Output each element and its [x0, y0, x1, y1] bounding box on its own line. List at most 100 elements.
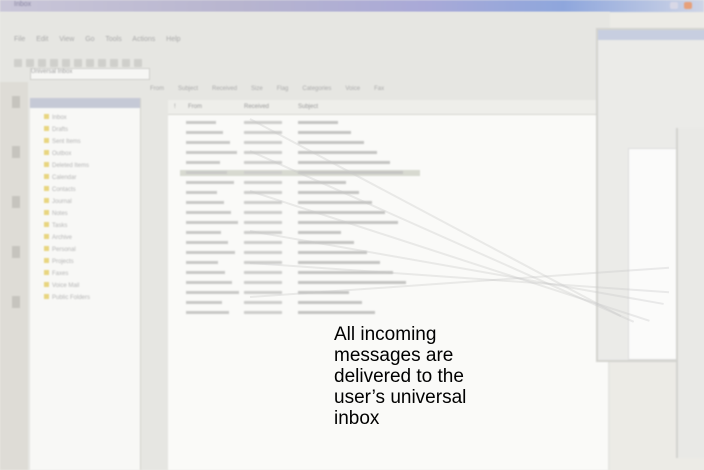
view-tab[interactable]: Flag — [277, 86, 289, 92]
blurred-text — [186, 301, 222, 304]
blurred-text — [244, 271, 282, 274]
folder-item[interactable]: Inbox — [44, 114, 67, 121]
message-row[interactable] — [180, 310, 420, 316]
folder-item[interactable]: Sent Items — [44, 138, 81, 145]
move-icon[interactable] — [38, 59, 46, 67]
message-row[interactable] — [180, 180, 420, 186]
shortcut-contacts-icon[interactable] — [12, 196, 20, 208]
folder-item[interactable]: Archive — [44, 234, 72, 241]
delete-icon[interactable] — [50, 59, 58, 67]
outlook-bar — [0, 82, 28, 470]
folder-item[interactable]: Public Folders — [44, 294, 90, 301]
blurred-text — [186, 231, 221, 234]
folder-icon — [44, 198, 49, 203]
reply-icon[interactable] — [62, 59, 70, 67]
message-row[interactable] — [180, 220, 420, 226]
view-tab[interactable]: Voice — [345, 86, 360, 92]
minimize-button[interactable] — [670, 2, 678, 9]
folder-icon — [44, 222, 49, 227]
col-from[interactable]: From — [188, 104, 202, 110]
find-icon[interactable] — [110, 59, 118, 67]
folder-label: Projects — [52, 259, 74, 265]
close-button[interactable] — [684, 2, 692, 9]
message-row[interactable] — [180, 160, 420, 166]
blurred-text — [186, 211, 231, 214]
menu-bar[interactable]: File Edit View Go Tools Actions Help — [14, 36, 181, 43]
view-tab[interactable]: Subject — [178, 86, 198, 92]
shortcut-notes-icon[interactable] — [12, 296, 20, 308]
blurred-text — [298, 261, 380, 264]
message-row[interactable] — [180, 130, 420, 136]
blurred-text — [186, 271, 225, 274]
folder-item[interactable]: Deleted Items — [44, 162, 89, 169]
blurred-text — [244, 201, 282, 204]
folder-label: Contacts — [52, 187, 76, 193]
folder-label: Calendar — [52, 175, 77, 181]
message-row[interactable] — [180, 200, 420, 206]
blurred-text — [298, 161, 390, 164]
shortcut-tasks-icon[interactable] — [12, 246, 20, 258]
view-tab[interactable]: Received — [212, 86, 237, 92]
callout-text: All incoming messages are delivered to t… — [334, 324, 466, 429]
message-row[interactable] — [180, 120, 420, 126]
callout-line: messages are — [334, 345, 454, 366]
blurred-text — [244, 121, 282, 124]
folder-label: Tasks — [52, 223, 68, 229]
folder-item[interactable]: Drafts — [44, 126, 68, 133]
blurred-text — [186, 221, 238, 224]
view-tab[interactable]: From — [150, 86, 164, 92]
folder-item[interactable]: Journal — [44, 198, 72, 205]
folder-item[interactable]: Contacts — [44, 186, 76, 193]
blurred-text — [244, 301, 282, 304]
folder-label: Archive — [52, 235, 73, 241]
folder-label: Outbox — [52, 151, 72, 157]
send-receive-icon[interactable] — [98, 59, 106, 67]
folder-item[interactable]: Projects — [44, 258, 74, 265]
forward-icon[interactable] — [86, 59, 94, 67]
folder-icon — [44, 294, 49, 299]
print-icon[interactable] — [26, 59, 34, 67]
blurred-text — [244, 311, 282, 314]
blurred-text — [186, 241, 228, 244]
message-list-header: ! From Subject Received — [168, 100, 608, 115]
blurred-text — [244, 221, 282, 224]
folder-item[interactable]: Notes — [44, 210, 68, 217]
shortcut-inbox-icon[interactable] — [12, 96, 20, 108]
blurred-text — [186, 191, 217, 194]
view-tabs: From Subject Received Size Flag Categories Voi… — [150, 86, 610, 92]
blurred-text — [244, 281, 282, 284]
blurred-text — [298, 251, 367, 254]
help-icon[interactable] — [134, 59, 142, 67]
window-title: Inbox — [14, 1, 32, 8]
message-row[interactable] — [180, 280, 420, 286]
reply-all-icon[interactable] — [74, 59, 82, 67]
view-tab[interactable]: Categories — [302, 86, 331, 92]
message-row[interactable] — [180, 300, 420, 306]
view-tab[interactable]: Size — [251, 86, 263, 92]
blurred-text — [244, 251, 282, 254]
col-subject[interactable]: Subject — [298, 104, 318, 110]
folder-label: Drafts — [52, 127, 69, 133]
message-window-titlebar — [598, 30, 704, 40]
folder-label: Sent Items — [52, 139, 81, 145]
folder-list-header — [30, 98, 140, 108]
callout-line: delivered to the — [334, 366, 464, 387]
address-book-icon[interactable] — [122, 59, 130, 67]
new-icon[interactable] — [14, 59, 22, 67]
blurred-text — [186, 121, 216, 124]
shortcut-calendar-icon[interactable] — [12, 146, 20, 158]
folder-item[interactable]: Personal — [44, 246, 76, 253]
folder-item[interactable]: Outbox — [44, 150, 71, 157]
col-importance[interactable]: ! — [174, 104, 176, 110]
folder-item[interactable]: Voice Mail — [44, 282, 79, 289]
message-row[interactable] — [180, 150, 420, 156]
folder-item[interactable]: Calendar — [44, 174, 76, 181]
col-received[interactable]: Received — [244, 104, 269, 110]
view-tab[interactable]: Fax — [374, 86, 384, 92]
folder-item[interactable]: Tasks — [44, 222, 67, 229]
folder-address-field[interactable]: Universal Inbox — [30, 68, 150, 80]
callout-line: All incoming — [334, 324, 437, 345]
blurred-text — [186, 311, 229, 314]
folder-item[interactable]: Faxes — [44, 270, 68, 277]
folder-icon — [44, 186, 49, 191]
